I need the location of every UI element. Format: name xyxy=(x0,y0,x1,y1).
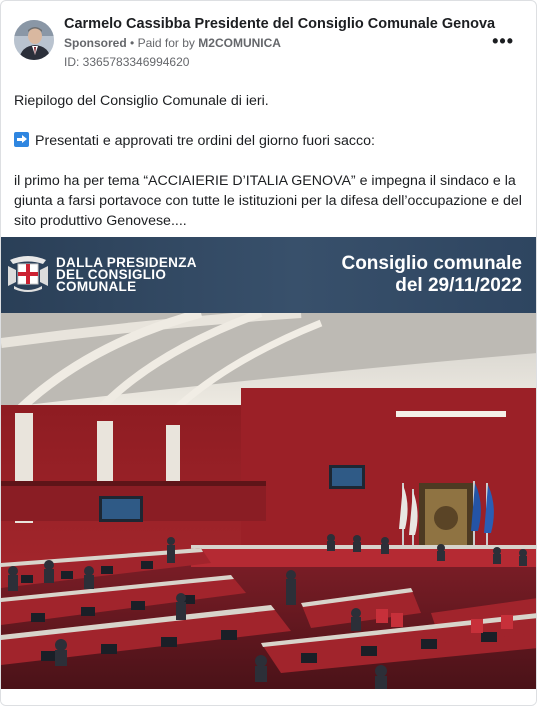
post-image[interactable]: DALLA PRESIDENZA DEL CONSIGLIO COMUNALE … xyxy=(1,237,536,689)
image-banner: DALLA PRESIDENZA DEL CONSIGLIO COMUNALE … xyxy=(1,237,536,313)
banner-left-title: DALLA PRESIDENZA DEL CONSIGLIO COMUNALE xyxy=(56,256,197,294)
post-header: Carmelo Cassibba Presidente del Consigli… xyxy=(1,1,536,83)
card-footer-space xyxy=(1,689,536,705)
payer-link[interactable]: M2COMUNICA xyxy=(198,36,281,50)
sponsored-label: Sponsored xyxy=(64,36,127,50)
avatar[interactable] xyxy=(14,20,54,60)
banner-right-line-2: del 29/11/2022 xyxy=(395,275,522,296)
page-name-link[interactable]: Carmelo Cassibba Presidente del Consigli… xyxy=(64,16,495,32)
banner-left-line-3: COMUNALE xyxy=(56,279,137,294)
more-options-icon[interactable]: ••• xyxy=(492,31,514,52)
council-chamber-photo xyxy=(1,313,536,689)
body-paragraph-2: Presentati e approvati tre ordini del gi… xyxy=(14,131,375,151)
meta-separator: • xyxy=(130,36,138,50)
body-paragraph-2-text: Presentati e approvati tre ordini del gi… xyxy=(35,133,375,149)
right-arrow-emoji-icon xyxy=(14,132,29,147)
ad-post-card: Carmelo Cassibba Presidente del Consigli… xyxy=(0,0,537,706)
paid-for-prefix: Paid for by xyxy=(137,36,195,50)
body-paragraph-3: il primo ha per tema “ACCIAIERIE D’ITALI… xyxy=(14,173,522,229)
banner-right-title: Consiglio comunale del 29/11/2022 xyxy=(341,253,522,297)
banner-right-line-1: Consiglio comunale xyxy=(341,253,522,274)
body-paragraph-1: Riepilogo del Consiglio Comunale di ieri… xyxy=(14,93,269,109)
genova-crest-icon xyxy=(8,256,48,292)
ad-id: ID: 3365783346994620 xyxy=(64,55,190,69)
sponsored-meta: Sponsored • Paid for by M2COMUNICA xyxy=(64,36,281,50)
